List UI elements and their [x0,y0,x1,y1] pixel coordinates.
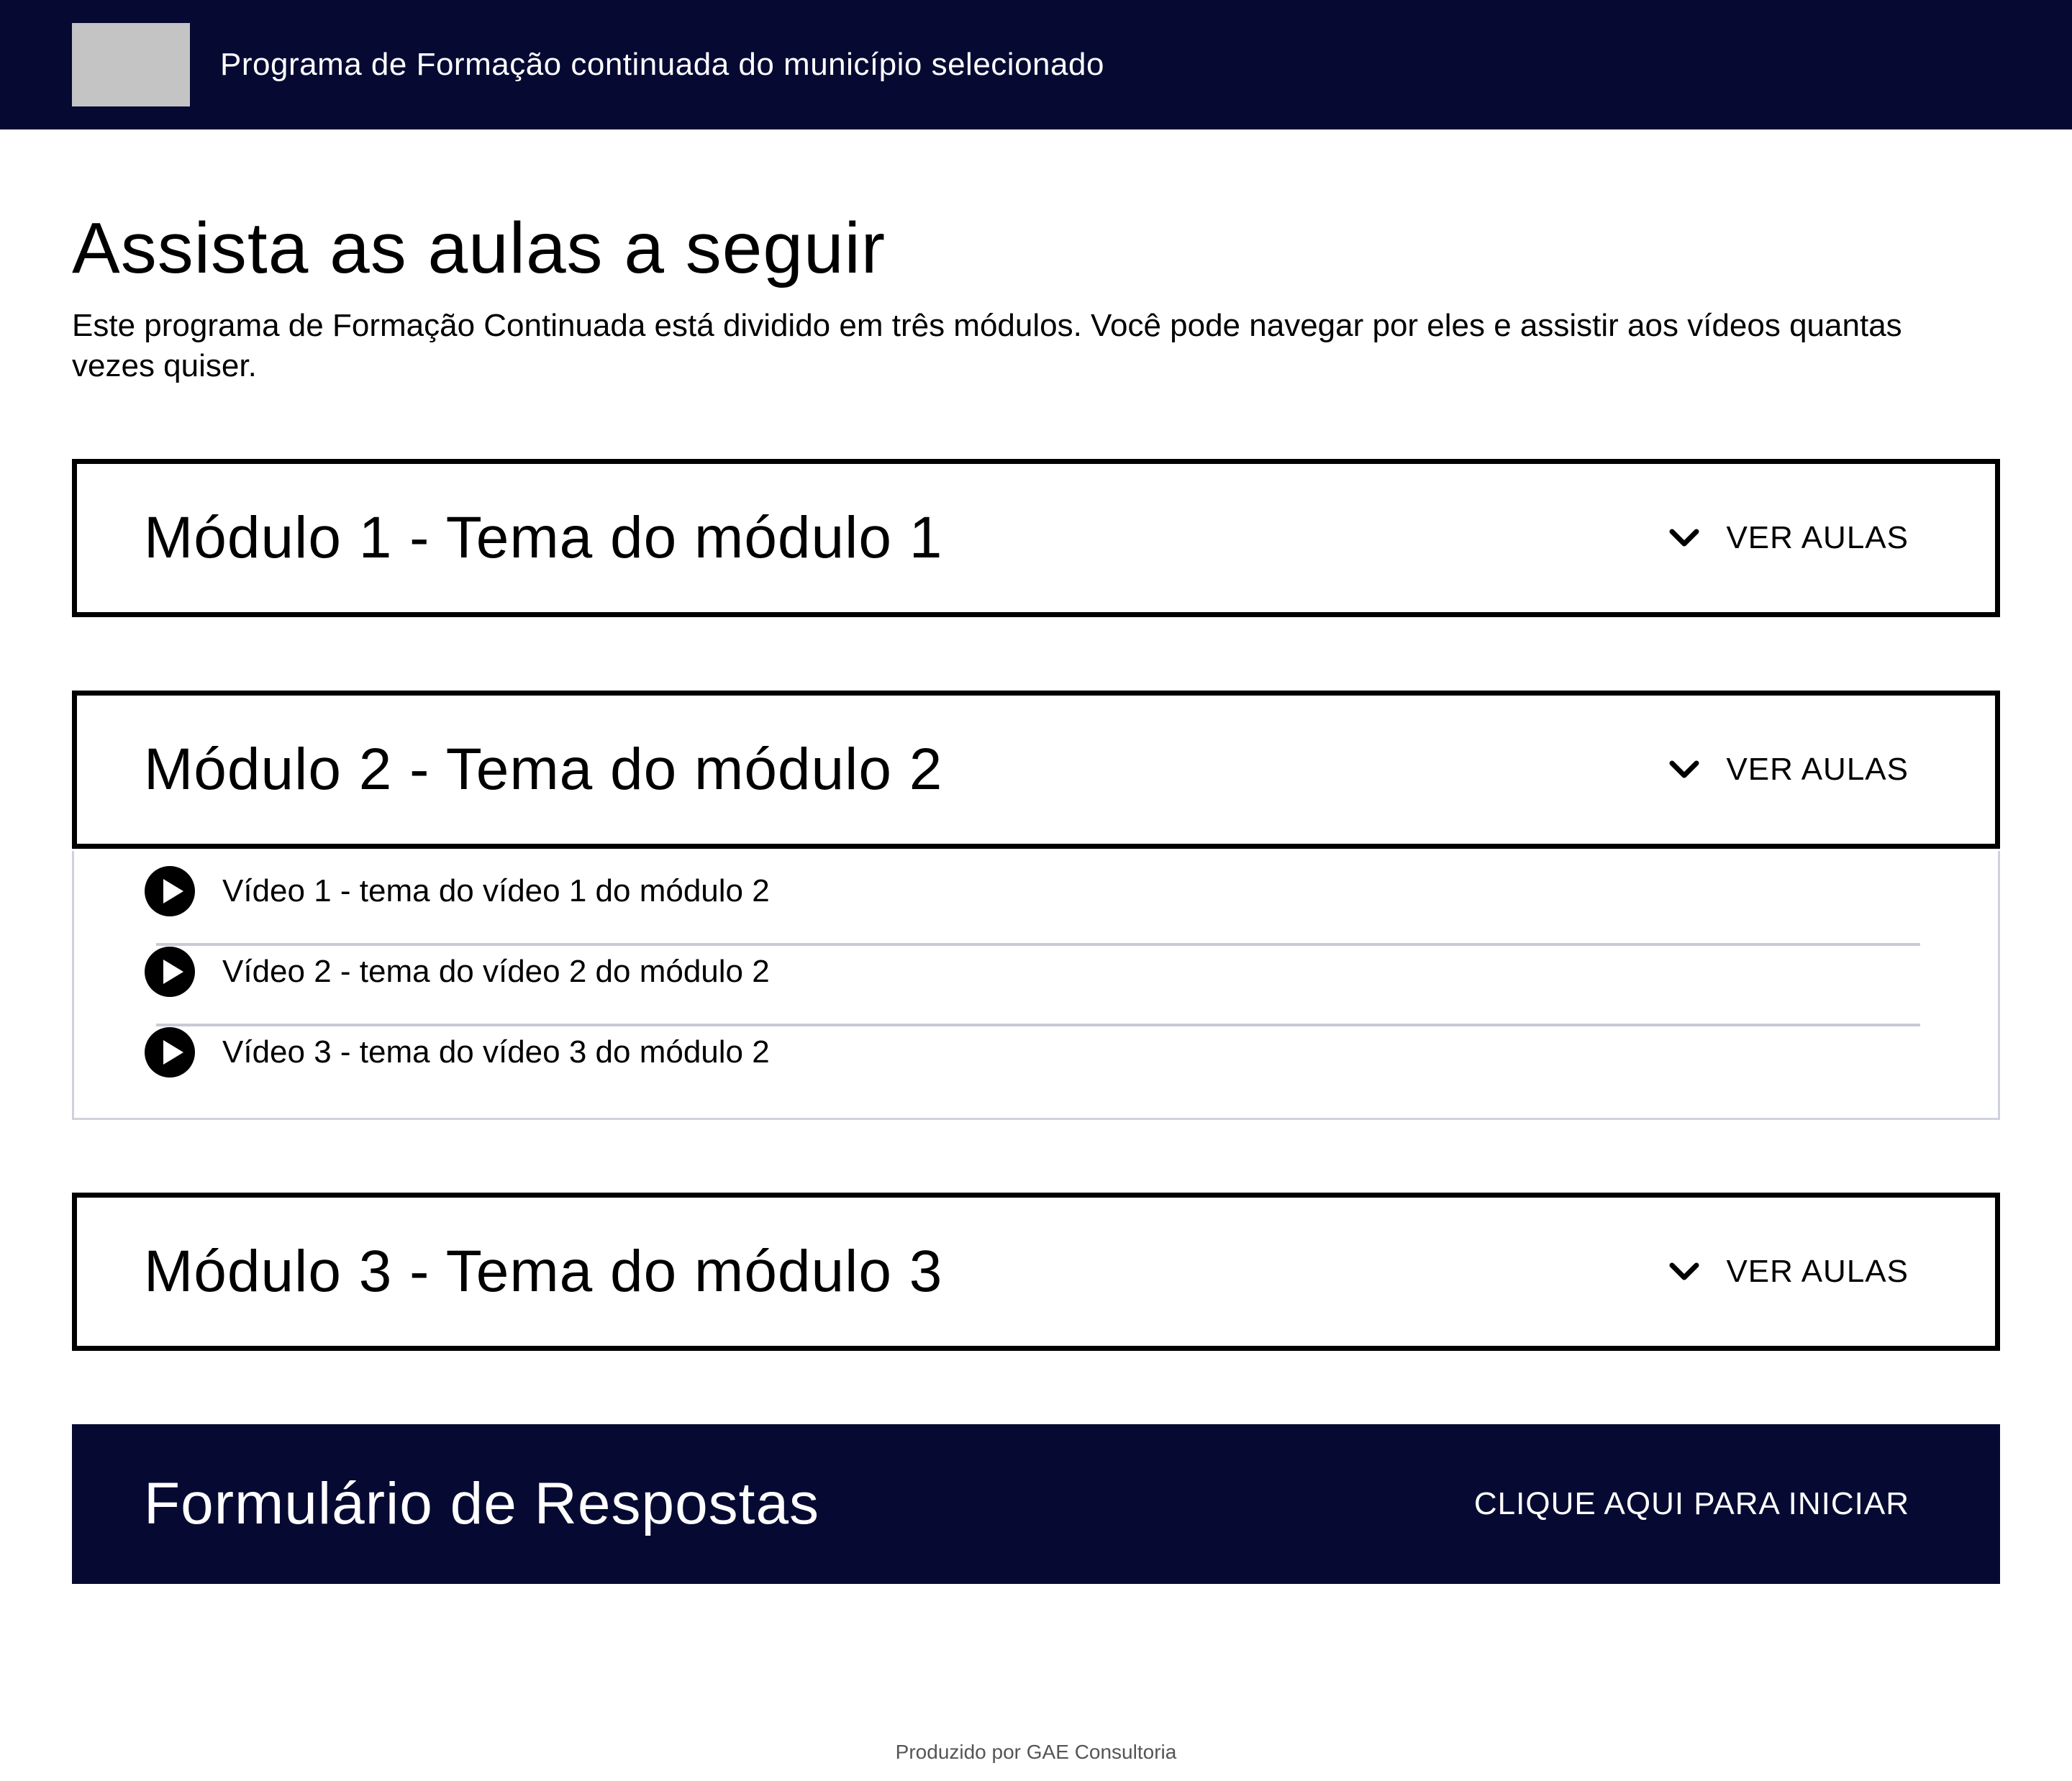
play-icon[interactable] [145,866,195,916]
video-item[interactable]: Vídeo 2 - tema do vídeo 2 do módulo 2 [145,932,1994,1012]
module-title: Módulo 1 - Tema do módulo 1 [144,505,943,570]
ver-aulas-toggle[interactable]: VER AULAS [1668,520,1909,556]
ver-aulas-toggle[interactable]: VER AULAS [1668,1254,1909,1290]
response-form-banner[interactable]: Formulário de Respostas CLIQUE AQUI PARA… [72,1424,2000,1584]
logo-placeholder[interactable] [72,23,190,106]
play-icon[interactable] [145,1027,195,1078]
ver-aulas-label: VER AULAS [1726,752,1909,787]
page-title: Assista as aulas a seguir [72,208,886,288]
form-title: Formulário de Respostas [144,1471,820,1536]
video-item[interactable]: Vídeo 3 - tema do vídeo 3 do módulo 2 [145,1012,1994,1093]
start-form-link[interactable]: CLIQUE AQUI PARA INICIAR [1474,1486,1909,1522]
module-1-header[interactable]: Módulo 1 - Tema do módulo 1 VER AULAS [72,459,2000,617]
chevron-down-icon [1668,1261,1700,1283]
module-title: Módulo 2 - Tema do módulo 2 [144,737,943,802]
video-label: Vídeo 3 - tema do vídeo 3 do módulo 2 [222,1034,770,1070]
ver-aulas-label: VER AULAS [1726,1254,1909,1289]
module-2-header[interactable]: Módulo 2 - Tema do módulo 2 VER AULAS [72,691,2000,849]
module-2-video-list: Vídeo 1 - tema do vídeo 1 do módulo 2 Ví… [72,851,2000,1120]
intro-text: Este programa de Formação Continuada est… [72,308,1902,383]
footer-credit: Produzido por GAE Consultoria [895,1741,1177,1763]
program-title: Programa de Formação continuada do munic… [220,47,1104,82]
ver-aulas-label: VER AULAS [1726,520,1909,555]
play-icon[interactable] [145,947,195,997]
ver-aulas-toggle[interactable]: VER AULAS [1668,752,1909,788]
video-label: Vídeo 1 - tema do vídeo 1 do módulo 2 [222,873,770,908]
module-3-header[interactable]: Módulo 3 - Tema do módulo 3 VER AULAS [72,1193,2000,1351]
chevron-down-icon [1668,759,1700,780]
module-title: Módulo 3 - Tema do módulo 3 [144,1239,943,1304]
video-item[interactable]: Vídeo 1 - tema do vídeo 1 do módulo 2 [145,851,1994,932]
video-label: Vídeo 2 - tema do vídeo 2 do módulo 2 [222,954,770,989]
top-bar: Programa de Formação continuada do munic… [0,0,2072,129]
chevron-down-icon [1668,527,1700,549]
